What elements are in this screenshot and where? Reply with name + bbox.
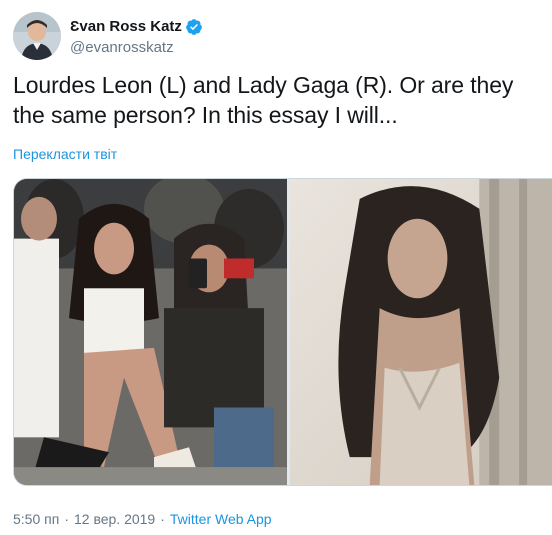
display-name-row: Ɛvan Ross Katz (70, 17, 203, 37)
tweet-text: Lourdes Leon (L) and Lady Gaga (R). Or a… (13, 72, 514, 128)
photo-sepia-portrait[interactable] (290, 179, 552, 485)
avatar-image (13, 12, 61, 60)
tweet-date: 12 вер. 2019 (73, 511, 156, 527)
tweet-time: 5:50 пп (13, 511, 60, 527)
meta-separator: · (160, 511, 165, 527)
translate-tweet-link[interactable]: Перекласти твіт (13, 146, 117, 162)
author-display-name[interactable]: Ɛvan Ross Katz (70, 18, 182, 35)
tweet-media (13, 178, 552, 486)
tweet-card: Ɛvan Ross Katz @evanrosskatz Lourdes Leo… (0, 0, 552, 535)
avatar[interactable] (13, 12, 61, 60)
meta-separator: · (64, 511, 69, 527)
source-app-link[interactable]: Twitter Web App (170, 511, 272, 527)
author-names: Ɛvan Ross Katz @evanrosskatz (70, 17, 203, 56)
photo-front-row[interactable] (14, 179, 287, 485)
author-handle[interactable]: @evanrosskatz (70, 39, 203, 56)
verified-badge-icon (185, 18, 203, 36)
tweet-header: Ɛvan Ross Katz @evanrosskatz (13, 12, 203, 60)
tweet-meta: 5:50 пп · 12 вер. 2019 · Twitter Web App (13, 511, 272, 527)
